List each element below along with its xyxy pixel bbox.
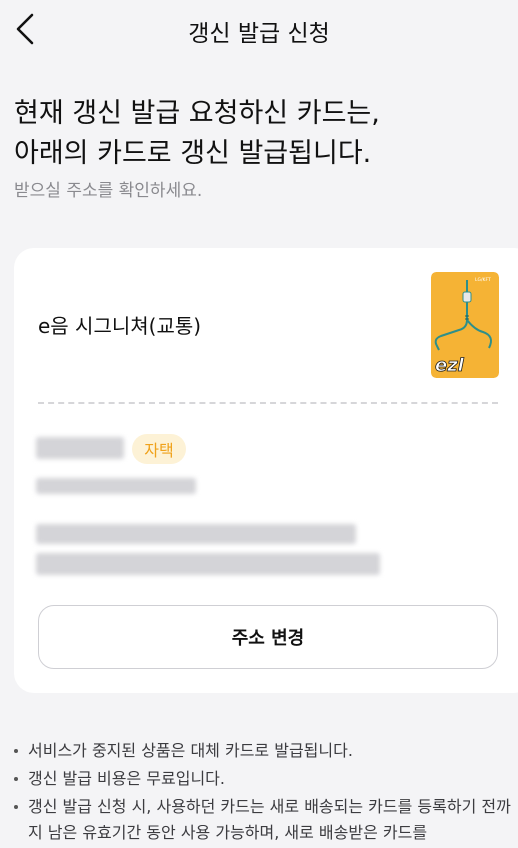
page-title: 갱신 발급 신청 bbox=[188, 21, 330, 47]
note-item: 서비스가 중지된 상품은 대체 카드로 발급됩니다. bbox=[12, 738, 512, 764]
app-header: 갱신 발급 신청 bbox=[0, 0, 518, 58]
card-panel: e음 시그니쳐(교통) LG/KFT ezl 자택 주소 변경 bbox=[14, 248, 518, 693]
ezl-transit-card-icon: LG/KFT ezl bbox=[431, 272, 499, 378]
dashed-divider bbox=[38, 402, 498, 404]
headline-line-1: 현재 갱신 발급 요청하신 카드는, bbox=[14, 98, 380, 129]
svg-text:LG/KFT: LG/KFT bbox=[475, 277, 491, 283]
notes-list: 서비스가 중지된 상품은 대체 카드로 발급됩니다. 갱신 발급 비용은 무료입… bbox=[12, 738, 512, 848]
change-address-button[interactable]: 주소 변경 bbox=[38, 605, 498, 669]
phone-number-redacted bbox=[36, 478, 196, 494]
address-line-1-redacted bbox=[36, 524, 356, 544]
recipient-name-redacted bbox=[36, 437, 124, 459]
note-item: 갱신 발급 비용은 무료입니다. bbox=[12, 766, 512, 792]
address-type-badge: 자택 bbox=[132, 434, 186, 464]
headline: 현재 갱신 발급 요청하신 카드는, 아래의 카드로 갱신 발급됩니다. bbox=[14, 94, 504, 174]
card-name: e음 시그니쳐(교통) bbox=[38, 314, 202, 338]
note-item: 갱신 발급 신청 시, 사용하던 카드는 새로 배송되는 카드를 등록하기 전까… bbox=[12, 794, 512, 846]
subtitle: 받으실 주소를 확인하세요. bbox=[14, 181, 203, 201]
headline-line-2: 아래의 카드로 갱신 발급됩니다. bbox=[14, 138, 372, 169]
card-logo-text: ezl bbox=[435, 355, 465, 376]
address-line-2-redacted bbox=[36, 553, 380, 575]
